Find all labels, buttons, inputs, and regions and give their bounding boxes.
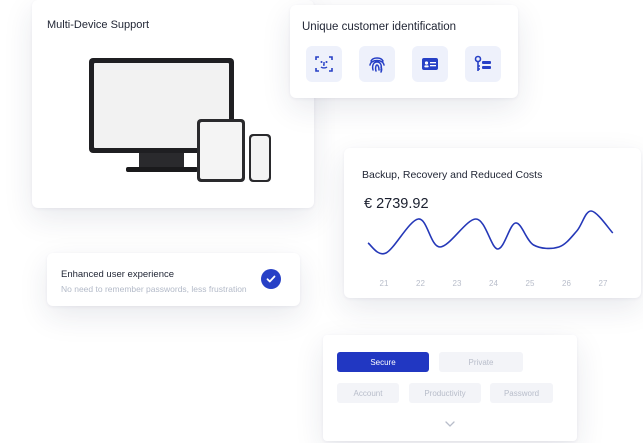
tag-password[interactable]: Password bbox=[490, 383, 553, 403]
id-card-icon bbox=[422, 58, 438, 70]
face-scan-tile[interactable] bbox=[306, 46, 342, 82]
x-tick-label: 25 bbox=[526, 279, 535, 288]
x-tick-label: 23 bbox=[453, 279, 462, 288]
ux-card: Enhanced user experience No need to reme… bbox=[47, 253, 300, 306]
x-tick-label: 22 bbox=[416, 279, 425, 288]
chart-series-line bbox=[367, 210, 614, 255]
x-tick-label: 26 bbox=[562, 279, 571, 288]
fingerprint-icon bbox=[369, 57, 385, 73]
ux-title: Enhanced user experience bbox=[61, 269, 175, 280]
identification-title: Unique customer identification bbox=[302, 21, 457, 33]
chevron-down-icon[interactable] bbox=[442, 419, 458, 429]
tag-secure[interactable]: Secure bbox=[337, 352, 429, 372]
tags-card: Secure Private Account Productivity Pass… bbox=[323, 335, 577, 441]
x-tick-label: 21 bbox=[380, 279, 389, 288]
identification-card: Unique customer identification bbox=[290, 5, 518, 98]
backup-line-chart: 21 22 23 24 25 26 27 bbox=[367, 210, 614, 288]
backup-card: Backup, Recovery and Reduced Costs € 273… bbox=[344, 148, 641, 298]
tag-account[interactable]: Account bbox=[337, 383, 399, 403]
fingerprint-tile[interactable] bbox=[359, 46, 395, 82]
tag-private[interactable]: Private bbox=[439, 352, 523, 372]
key-list-tile[interactable] bbox=[465, 46, 501, 82]
multi-device-card: Multi-Device Support bbox=[32, 0, 314, 208]
tag-productivity[interactable]: Productivity bbox=[409, 383, 481, 403]
check-circle-icon bbox=[261, 269, 281, 289]
face-scan-icon bbox=[315, 56, 333, 72]
key-list-icon bbox=[474, 55, 491, 71]
x-tick-label: 27 bbox=[599, 279, 608, 288]
id-card-tile[interactable] bbox=[412, 46, 448, 82]
devices-illustration bbox=[89, 58, 271, 182]
multi-device-title: Multi-Device Support bbox=[47, 19, 150, 31]
ux-subtitle: No need to remember passwords, less frus… bbox=[61, 284, 247, 294]
x-tick-label: 24 bbox=[489, 279, 498, 288]
